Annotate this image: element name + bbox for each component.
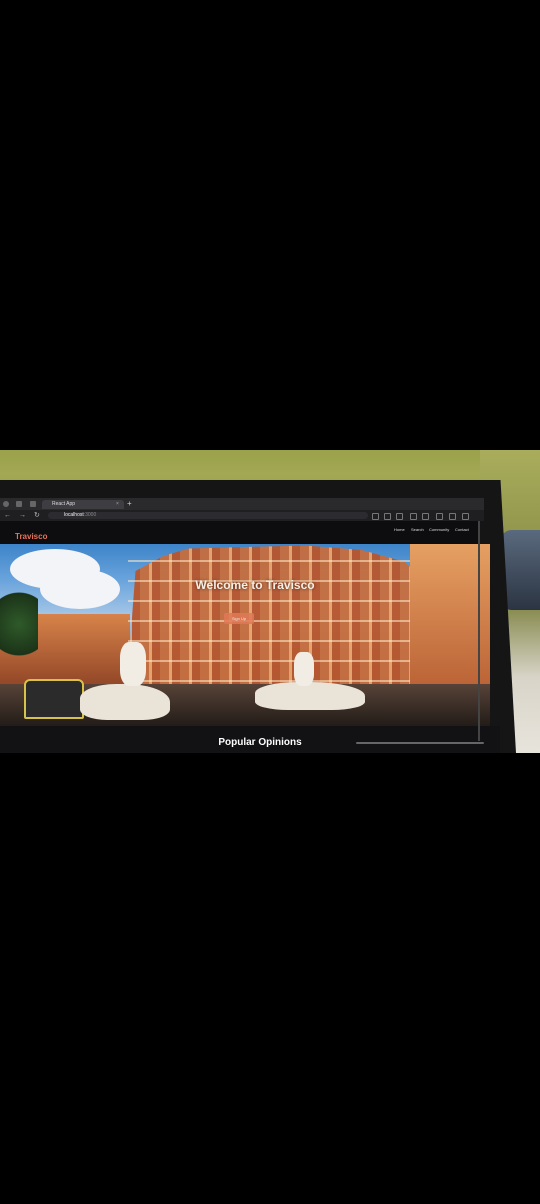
- extension-icon[interactable]: [372, 513, 379, 520]
- new-tab-button[interactable]: +: [127, 499, 132, 509]
- hero-heading: Welcome to Travisco: [195, 578, 315, 592]
- nav-home[interactable]: Home: [394, 527, 405, 533]
- white-horse: [255, 682, 365, 710]
- signup-button[interactable]: Sign Up: [224, 613, 254, 624]
- favorite-icon[interactable]: [384, 513, 391, 520]
- rider: [294, 652, 314, 686]
- tab-title: React App: [52, 501, 76, 507]
- nav-search[interactable]: Search: [411, 527, 424, 533]
- palace-windows: [128, 554, 418, 694]
- profile-icon-right[interactable]: [462, 513, 469, 520]
- hero-image: [0, 544, 490, 726]
- site-navbar: [0, 521, 480, 545]
- brand-logo[interactable]: Travisco: [15, 532, 47, 542]
- section-title: Popular Opinions: [218, 737, 302, 748]
- url-text: localhost:3000: [64, 512, 96, 519]
- split-screen-icon[interactable]: [396, 513, 403, 520]
- collections-icon[interactable]: [410, 513, 417, 520]
- auto-rickshaw: [24, 679, 84, 719]
- profile-icon[interactable]: [3, 501, 9, 507]
- horizontal-scrollbar[interactable]: [356, 742, 484, 744]
- url-host: localhost: [64, 512, 84, 518]
- tab-close-icon[interactable]: ×: [116, 500, 119, 509]
- nav-contact[interactable]: Contact: [455, 527, 469, 533]
- tab-actions-icon[interactable]: [30, 501, 36, 507]
- nav-community[interactable]: Community: [429, 527, 449, 533]
- downloads-icon[interactable]: [422, 513, 429, 520]
- copilot-icon[interactable]: [436, 513, 443, 520]
- settings-icon[interactable]: [449, 513, 456, 520]
- back-icon[interactable]: ←: [4, 510, 11, 521]
- forward-icon[interactable]: →: [19, 510, 26, 521]
- reload-icon[interactable]: ↻: [34, 510, 40, 521]
- rider: [120, 642, 146, 686]
- tree: [0, 584, 38, 664]
- workspaces-icon[interactable]: [16, 501, 22, 507]
- url-port: :3000: [83, 512, 97, 518]
- decorated-horse: [80, 684, 170, 720]
- vertical-scrollbar[interactable]: [478, 521, 480, 741]
